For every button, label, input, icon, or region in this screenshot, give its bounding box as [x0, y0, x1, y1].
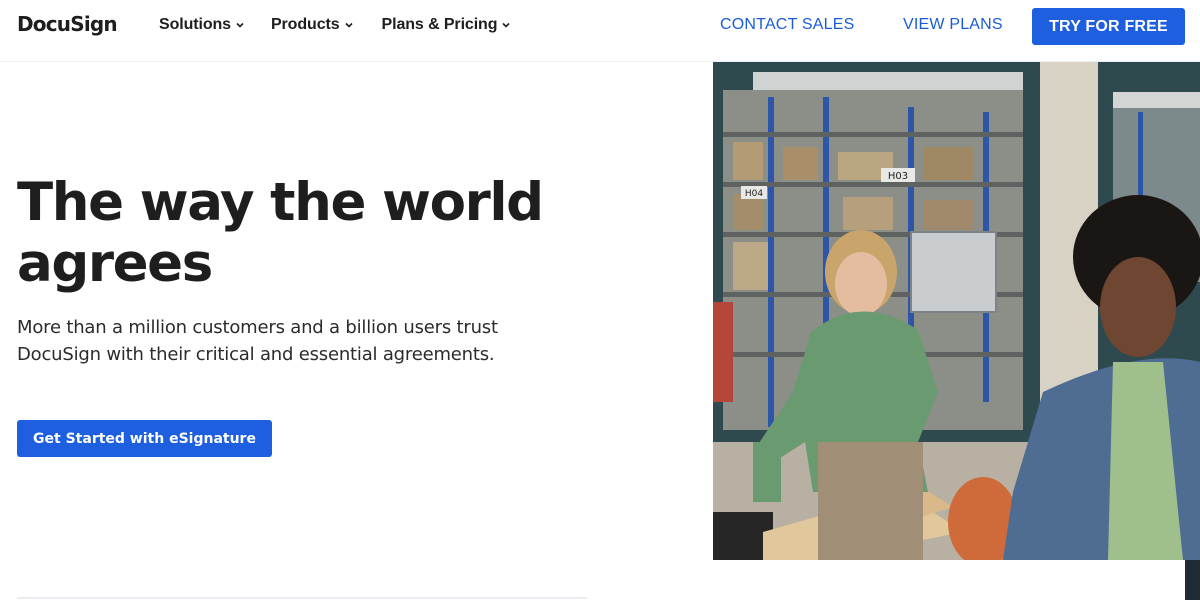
site-header: DocuSign Solutions Products Plans & Pric…	[0, 0, 1200, 62]
chevron-down-icon	[344, 20, 354, 30]
hero-subtitle: More than a million customers and a bill…	[17, 317, 498, 365]
try-for-free-button[interactable]: TRY FOR FREE	[1032, 8, 1185, 45]
nav-plans-pricing[interactable]: Plans & Pricing	[382, 16, 512, 34]
nav-plans-pricing-label: Plans & Pricing	[381, 16, 498, 33]
view-plans-link[interactable]: VIEW PLANS	[903, 16, 1003, 34]
nav-products-label: Products	[270, 16, 340, 33]
shelf-label-h04: H04	[745, 189, 763, 199]
hero-title: The way the world agrees	[17, 172, 544, 294]
hero-photo: H04 H03	[713, 62, 1200, 560]
main-nav: Solutions Products Plans & Pricing	[159, 0, 537, 50]
section-divider	[17, 597, 587, 599]
docusign-logo[interactable]: DocuSign	[17, 12, 118, 36]
get-started-esignature-button[interactable]: Get Started with eSignature	[17, 420, 272, 457]
contact-sales-link[interactable]: CONTACT SALES	[720, 16, 854, 34]
nav-solutions[interactable]: Solutions	[159, 16, 245, 34]
nav-solutions-label: Solutions	[159, 16, 231, 33]
chevron-down-icon	[235, 20, 245, 30]
shelf-label-h03: H03	[888, 171, 908, 182]
photo-edge-strip	[1185, 560, 1200, 600]
nav-products[interactable]: Products	[271, 16, 354, 34]
chevron-down-icon	[501, 20, 511, 30]
photo-bottom-band	[713, 560, 1200, 600]
